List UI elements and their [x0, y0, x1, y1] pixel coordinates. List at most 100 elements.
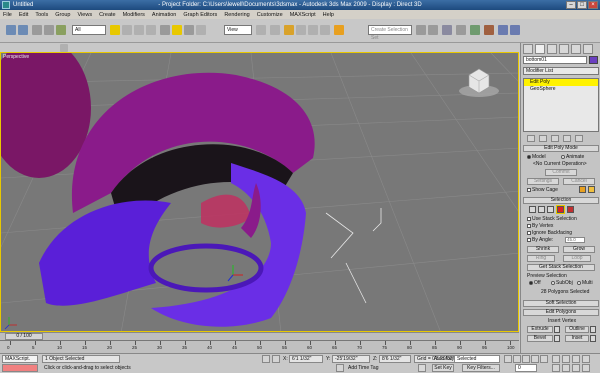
soft-selection-rollout[interactable]: Soft Selection: [523, 300, 599, 307]
menu-tools[interactable]: Tools: [35, 12, 48, 18]
modifier-list-dropdown[interactable]: Modifier List: [523, 67, 599, 75]
preview-multi-radio[interactable]: Multi: [577, 280, 593, 286]
add-time-tag-button[interactable]: Add Time Tag: [348, 365, 378, 371]
layer-manager-icon[interactable]: [442, 25, 452, 35]
go-to-end-icon[interactable]: [540, 355, 548, 363]
select-object-icon[interactable]: [110, 25, 120, 35]
render-setup-icon[interactable]: [498, 25, 508, 35]
animate-radio[interactable]: Animate: [561, 154, 584, 160]
hierarchy-tab-icon[interactable]: [547, 44, 557, 54]
menu-customize[interactable]: Customize: [257, 12, 283, 18]
edit-poly-mode-rollout[interactable]: Edit Poly Mode: [523, 145, 599, 152]
settings-button[interactable]: Settings: [527, 178, 559, 185]
commit-button[interactable]: Commit: [545, 169, 577, 176]
minimize-button[interactable]: –: [566, 1, 576, 9]
preview-off-radio[interactable]: Off: [529, 280, 541, 286]
named-selection-sets-select[interactable]: Create Selection Set: [368, 25, 412, 41]
select-and-link-icon[interactable]: [32, 25, 42, 35]
previous-frame-icon[interactable]: [513, 355, 521, 363]
time-tag-icon[interactable]: [336, 364, 344, 372]
menu-modifiers[interactable]: Modifiers: [123, 12, 145, 18]
keyboard-shortcut-override-icon[interactable]: [270, 25, 280, 35]
menu-maxscript[interactable]: MAXScript: [290, 12, 316, 18]
lower-shell-left[interactable]: [39, 200, 171, 306]
border-level-icon[interactable]: [547, 206, 554, 213]
align-icon[interactable]: [428, 25, 438, 35]
select-and-rotate-icon[interactable]: [172, 25, 182, 35]
app-icon[interactable]: [2, 1, 10, 9]
selection-rollout[interactable]: Selection: [523, 197, 599, 204]
auto-key-button[interactable]: Auto Key: [434, 356, 454, 362]
cage-color-swatch[interactable]: [579, 186, 586, 193]
shrink-button[interactable]: Shrink: [527, 246, 559, 253]
stack-item-edit-poly[interactable]: Edit Poly: [524, 79, 598, 86]
outline-button[interactable]: Outline: [565, 326, 589, 333]
edge-level-icon[interactable]: [538, 206, 545, 213]
create-tab-icon[interactable]: [523, 44, 533, 54]
x-coordinate-field[interactable]: 6'1 1/32": [289, 355, 323, 363]
track-bar[interactable]: 0 5 10 15 20 25 30 35 40 45 50 55 60 65 70 75 80 85 90 95 10…: [0, 340, 519, 353]
menu-file[interactable]: File: [3, 12, 12, 18]
zoom-extents-icon[interactable]: [572, 355, 580, 363]
outline-settings-icon[interactable]: [590, 326, 596, 333]
select-and-move-icon[interactable]: [160, 25, 170, 35]
spinner-snap-icon[interactable]: [320, 25, 330, 35]
menu-views[interactable]: Views: [78, 12, 93, 18]
cancel-button[interactable]: Cancel: [563, 178, 595, 185]
bevel-settings-icon[interactable]: [554, 335, 560, 342]
extrude-settings-icon[interactable]: [554, 326, 560, 333]
modify-tab-icon[interactable]: [535, 44, 545, 54]
configure-modifier-sets-icon[interactable]: [575, 135, 583, 142]
show-end-result-icon[interactable]: [539, 135, 547, 142]
rectangular-selection-icon[interactable]: [134, 25, 144, 35]
go-to-start-icon[interactable]: [504, 355, 512, 363]
viewport-label[interactable]: Perspective: [3, 54, 29, 60]
utilities-tab-icon[interactable]: [583, 44, 593, 54]
angle-snap-icon[interactable]: [296, 25, 306, 35]
show-cage-checkbox[interactable]: Show Cage: [527, 187, 558, 193]
select-and-scale-icon[interactable]: [184, 25, 194, 35]
set-key-button[interactable]: Set Key: [432, 364, 454, 372]
select-and-manipulate-icon[interactable]: [196, 25, 206, 35]
vertex-level-icon[interactable]: [529, 206, 536, 213]
selection-filter-select[interactable]: All: [72, 25, 106, 35]
schematic-view-icon[interactable]: [470, 25, 480, 35]
stack-item-geosphere[interactable]: GeoSphere: [524, 86, 598, 93]
absolute-mode-icon[interactable]: [272, 355, 280, 363]
polygon-level-icon[interactable]: [556, 205, 565, 214]
selected-polygons[interactable]: [201, 194, 251, 228]
menu-rendering[interactable]: Rendering: [224, 12, 249, 18]
pin-stack-icon[interactable]: [527, 135, 535, 142]
maximize-viewport-icon[interactable]: [582, 364, 590, 372]
pivot-center-icon[interactable]: [256, 25, 266, 35]
zoom-all-icon[interactable]: [562, 355, 570, 363]
mirror-icon[interactable]: [416, 25, 426, 35]
menu-create[interactable]: Create: [99, 12, 116, 18]
lock-selection-icon[interactable]: [262, 355, 270, 363]
undo-icon[interactable]: [6, 25, 16, 35]
cage-selected-color-swatch[interactable]: [588, 186, 595, 193]
edit-polygons-rollout[interactable]: Edit Polygons: [523, 309, 599, 316]
menu-animation[interactable]: Animation: [152, 12, 176, 18]
menu-edit[interactable]: Edit: [19, 12, 28, 18]
field-of-view-icon[interactable]: [552, 364, 560, 372]
model-radio[interactable]: Model: [527, 154, 546, 160]
ring-button[interactable]: Ring: [527, 255, 555, 262]
time-slider[interactable]: 0 / 100: [5, 333, 43, 340]
perspective-viewport[interactable]: Perspective: [0, 52, 519, 332]
grow-button[interactable]: Grow: [563, 246, 595, 253]
use-stack-selection-checkbox[interactable]: Use Stack Selection: [527, 216, 577, 222]
maxscript-mini-listener[interactable]: [2, 364, 38, 372]
percent-snap-icon[interactable]: [308, 25, 318, 35]
object-name-field[interactable]: bottom01: [523, 56, 587, 64]
by-vertex-checkbox[interactable]: By Vertex: [527, 223, 553, 229]
motion-tab-icon[interactable]: [559, 44, 569, 54]
inset-settings-icon[interactable]: [590, 335, 596, 342]
close-button[interactable]: ×: [588, 1, 598, 9]
window-crossing-icon[interactable]: [146, 25, 156, 35]
get-stack-selection-button[interactable]: Get Stack Selection: [527, 264, 595, 271]
loop-button[interactable]: Loop: [563, 255, 591, 262]
preview-subobj-radio[interactable]: SubObj: [551, 280, 573, 286]
viewcube[interactable]: [459, 68, 499, 97]
next-frame-icon[interactable]: [531, 355, 539, 363]
